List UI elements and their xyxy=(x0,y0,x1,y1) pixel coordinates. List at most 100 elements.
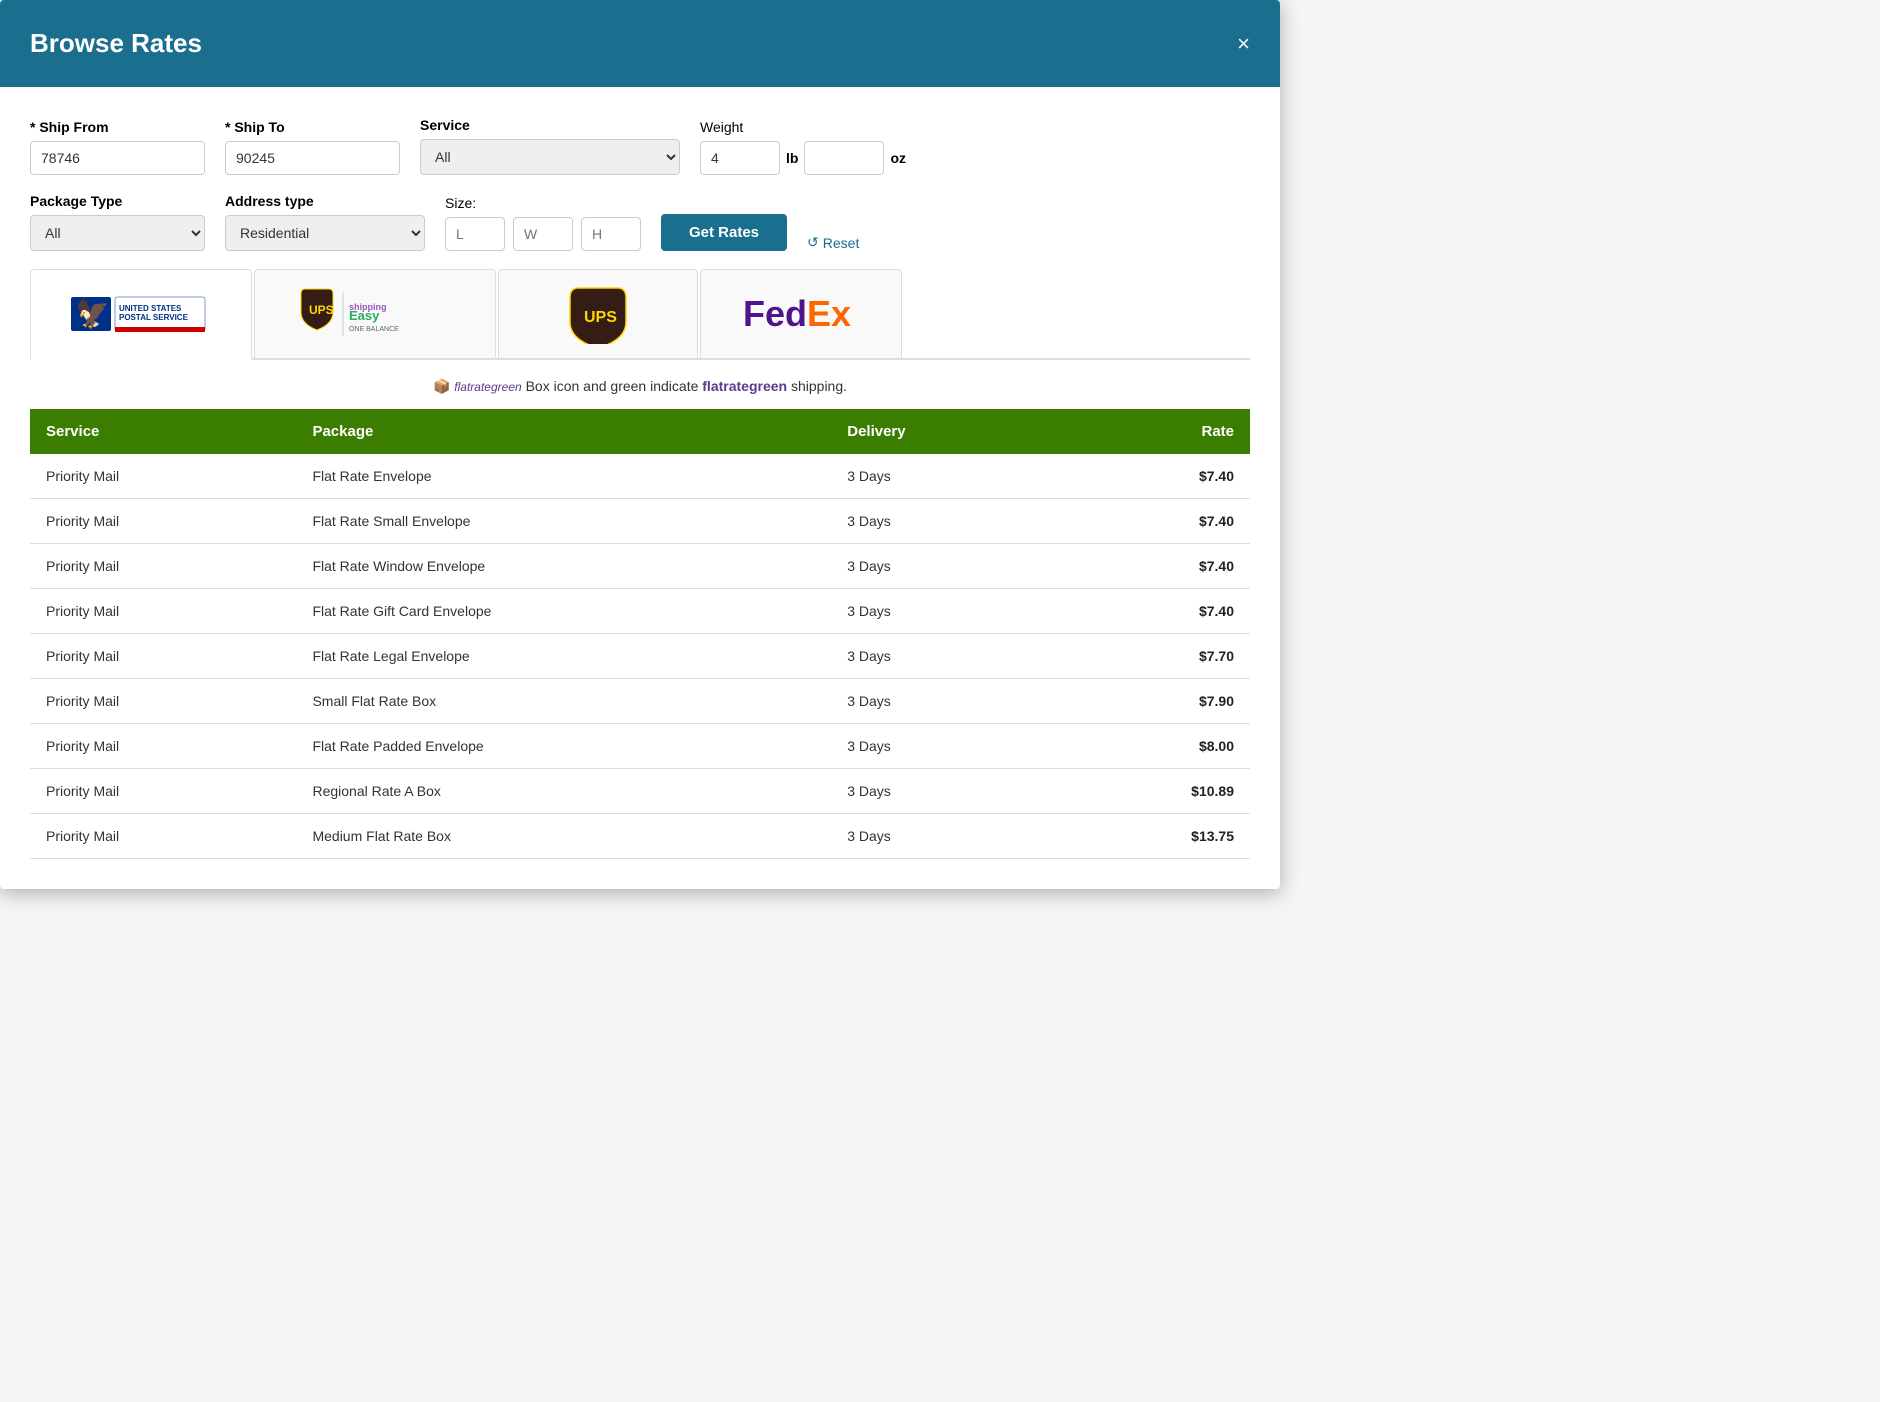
cell-delivery: 3 Days xyxy=(831,454,1060,499)
fedex-logo-svg: Fed Ex xyxy=(741,294,861,334)
flatrategreen-link[interactable]: flatrategreen xyxy=(702,378,787,394)
table-row: Priority Mail Medium Flat Rate Box 3 Day… xyxy=(30,814,1250,859)
flatrate-icon: 📦 xyxy=(433,378,450,394)
size-group: Size: xyxy=(445,195,641,251)
table-row: Priority Mail Flat Rate Envelope 3 Days … xyxy=(30,454,1250,499)
table-row: Priority Mail Flat Rate Small Envelope 3… xyxy=(30,499,1250,544)
cell-package: Flat Rate Legal Envelope xyxy=(296,634,831,679)
get-rates-button[interactable]: Get Rates xyxy=(661,214,787,251)
cell-service: Priority Mail xyxy=(30,724,296,769)
oz-unit: oz xyxy=(890,150,906,166)
reset-button[interactable]: ↺ Reset xyxy=(807,234,859,251)
svg-text:ONE BALANCE: ONE BALANCE xyxy=(349,326,399,333)
cell-service: Priority Mail xyxy=(30,634,296,679)
tab-fedex[interactable]: Fed Ex xyxy=(700,269,902,358)
col-rate: Rate xyxy=(1060,409,1250,454)
cell-rate: $7.40 xyxy=(1060,589,1250,634)
ship-to-input[interactable] xyxy=(225,141,400,175)
cell-package: Small Flat Rate Box xyxy=(296,679,831,724)
tab-ups-easy[interactable]: UPS shipping Easy ONE BALANCE xyxy=(254,269,496,358)
cell-rate: $7.40 xyxy=(1060,499,1250,544)
cell-delivery: 3 Days xyxy=(831,589,1060,634)
size-w-input[interactable] xyxy=(513,217,573,251)
cell-delivery: 3 Days xyxy=(831,499,1060,544)
svg-text:UNITED STATES: UNITED STATES xyxy=(119,304,182,313)
cell-package: Medium Flat Rate Box xyxy=(296,814,831,859)
modal-body: * Ship From * Ship To Service All Priori… xyxy=(0,87,1280,889)
size-h-input[interactable] xyxy=(581,217,641,251)
close-button[interactable]: × xyxy=(1237,31,1250,57)
cell-package: Flat Rate Gift Card Envelope xyxy=(296,589,831,634)
cell-rate: $7.70 xyxy=(1060,634,1250,679)
svg-text:Easy: Easy xyxy=(349,308,380,323)
cell-delivery: 3 Days xyxy=(831,679,1060,724)
cell-rate: $7.40 xyxy=(1060,454,1250,499)
cell-rate: $7.40 xyxy=(1060,544,1250,589)
table-row: Priority Mail Small Flat Rate Box 3 Days… xyxy=(30,679,1250,724)
svg-text:Fed: Fed xyxy=(743,294,807,334)
ship-to-label: * Ship To xyxy=(225,119,400,135)
weight-inputs: lb oz xyxy=(700,141,906,175)
usps-logo: 🦅 UNITED STATES POSTAL SERVICE xyxy=(71,287,211,341)
svg-text:UPS: UPS xyxy=(584,309,617,326)
rates-table: Service Package Delivery Rate Priority M… xyxy=(30,409,1250,859)
cell-service: Priority Mail xyxy=(30,814,296,859)
ups-easy-logo-svg: UPS shipping Easy ONE BALANCE xyxy=(295,284,455,344)
ship-from-input[interactable] xyxy=(30,141,205,175)
ups-easy-logo: UPS shipping Easy ONE BALANCE xyxy=(295,284,455,344)
cell-delivery: 3 Days xyxy=(831,724,1060,769)
svg-text:POSTAL SERVICE: POSTAL SERVICE xyxy=(119,313,189,322)
col-service: Service xyxy=(30,409,296,454)
cell-package: Flat Rate Small Envelope xyxy=(296,499,831,544)
address-type-label: Address type xyxy=(225,193,425,209)
weight-oz-input[interactable] xyxy=(804,141,884,175)
ups-logo-svg: UPS xyxy=(558,284,638,344)
package-type-group: Package Type All Box Envelope Flat Rate … xyxy=(30,193,205,251)
address-type-select[interactable]: Residential Commercial xyxy=(225,215,425,251)
table-body: Priority Mail Flat Rate Envelope 3 Days … xyxy=(30,454,1250,859)
service-group: Service All Priority Mail First Class Gr… xyxy=(420,117,680,175)
tab-usps[interactable]: 🦅 UNITED STATES POSTAL SERVICE xyxy=(30,269,252,360)
flatrate-text-before: Box icon and green indicate xyxy=(526,378,703,394)
flatrate-text-after: shipping. xyxy=(791,378,847,394)
flatrate-notice: 📦 flatrategreen Box icon and green indic… xyxy=(30,378,1250,395)
cell-rate: $13.75 xyxy=(1060,814,1250,859)
cell-service: Priority Mail xyxy=(30,589,296,634)
table-header-row: Service Package Delivery Rate xyxy=(30,409,1250,454)
tab-ups[interactable]: UPS xyxy=(498,269,698,358)
fedex-logo: Fed Ex xyxy=(741,294,861,334)
flatrategreen-wordmark: flatrategreen xyxy=(454,380,521,394)
modal-title: Browse Rates xyxy=(30,28,202,59)
svg-text:Ex: Ex xyxy=(807,294,851,334)
form-row-1: * Ship From * Ship To Service All Priori… xyxy=(30,117,1250,175)
ship-from-label: * Ship From xyxy=(30,119,205,135)
cell-package: Regional Rate A Box xyxy=(296,769,831,814)
service-label: Service xyxy=(420,117,680,133)
size-inputs xyxy=(445,217,641,251)
table-row: Priority Mail Flat Rate Padded Envelope … xyxy=(30,724,1250,769)
cell-rate: $8.00 xyxy=(1060,724,1250,769)
weight-label: Weight xyxy=(700,119,906,135)
col-package: Package xyxy=(296,409,831,454)
table-header: Service Package Delivery Rate xyxy=(30,409,1250,454)
service-select[interactable]: All Priority Mail First Class Ground xyxy=(420,139,680,175)
carrier-tabs: 🦅 UNITED STATES POSTAL SERVICE xyxy=(30,269,1250,360)
ship-to-group: * Ship To xyxy=(225,119,400,175)
cell-service: Priority Mail xyxy=(30,544,296,589)
weight-lb-input[interactable] xyxy=(700,141,780,175)
reset-label: Reset xyxy=(823,235,860,251)
svg-text:UPS: UPS xyxy=(309,303,334,317)
cell-service: Priority Mail xyxy=(30,454,296,499)
size-l-input[interactable] xyxy=(445,217,505,251)
browse-rates-modal: Browse Rates × * Ship From * Ship To Ser… xyxy=(0,0,1280,889)
cell-service: Priority Mail xyxy=(30,769,296,814)
table-row: Priority Mail Flat Rate Gift Card Envelo… xyxy=(30,589,1250,634)
package-type-label: Package Type xyxy=(30,193,205,209)
package-type-select[interactable]: All Box Envelope Flat Rate Box xyxy=(30,215,205,251)
ups-logo: UPS xyxy=(558,284,638,344)
modal-header: Browse Rates × xyxy=(0,0,1280,87)
cell-delivery: 3 Days xyxy=(831,769,1060,814)
table-row: Priority Mail Flat Rate Window Envelope … xyxy=(30,544,1250,589)
table-row: Priority Mail Flat Rate Legal Envelope 3… xyxy=(30,634,1250,679)
usps-logo-svg: 🦅 UNITED STATES POSTAL SERVICE xyxy=(71,287,211,341)
